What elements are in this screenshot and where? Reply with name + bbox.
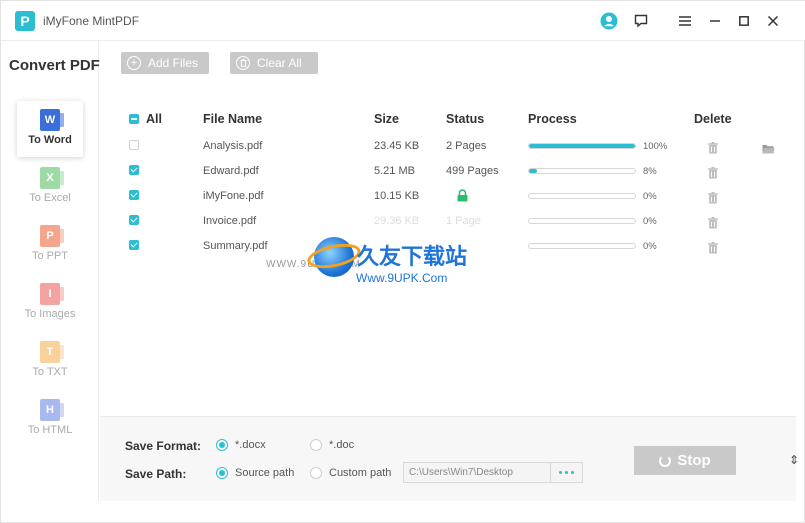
sidebar-item-label: To Images [24, 308, 76, 320]
file-size-cell: 23.45 KB [374, 140, 420, 152]
sidebar-item-to-excel[interactable]: X To Excel [17, 159, 83, 215]
row-checkbox[interactable] [129, 190, 139, 200]
file-size-cell: 10.15 KB [374, 190, 420, 202]
app-title: iMyFone MintPDF [43, 14, 140, 28]
stop-button[interactable]: Stop [634, 446, 736, 475]
progress-bar [528, 193, 636, 199]
delete-icon[interactable] [708, 216, 718, 229]
header-all: All [146, 112, 162, 126]
custom-path-label: Custom path [329, 467, 392, 479]
sidebar-item-label: To HTML [27, 424, 73, 436]
menu-icon[interactable] [675, 11, 695, 31]
file-size-cell: 5.21 MB [374, 165, 415, 177]
row-checkbox[interactable] [129, 215, 139, 225]
minimize-icon[interactable] [705, 11, 725, 31]
plus-icon: + [127, 56, 141, 70]
progress-bar [528, 168, 636, 174]
header-process: Process [528, 112, 577, 126]
html-file-icon: H [40, 399, 64, 421]
sidebar-item-label: To Excel [29, 192, 71, 204]
format-doc-label: *.doc [329, 439, 355, 451]
row-checkbox[interactable] [129, 165, 139, 175]
trash-icon [236, 56, 250, 70]
sidebar-item-to-images[interactable]: I To Images [17, 275, 83, 331]
save-path-label: Save Path: [125, 467, 187, 481]
format-docx-radio[interactable] [216, 439, 228, 451]
header-size: Size [374, 112, 400, 126]
mouse-cursor-icon: ⇕ [789, 453, 800, 467]
file-name-cell: Edward.pdf [203, 165, 259, 177]
images-file-icon: I [40, 283, 64, 305]
watermark-title: 久友下载站 [357, 245, 468, 270]
sidebar-item-to-html[interactable]: H To HTML [17, 391, 83, 447]
progress-percent: 0% [643, 216, 657, 227]
user-account-icon[interactable] [599, 11, 619, 31]
clear-all-button[interactable]: Clear All [230, 52, 318, 74]
sidebar-item-to-ppt[interactable]: P To PPT [17, 217, 83, 273]
delete-icon[interactable] [708, 191, 718, 204]
sidebar-item-label: To Word [28, 134, 72, 146]
close-icon[interactable] [763, 11, 783, 31]
row-checkbox[interactable] [129, 140, 139, 150]
status-cell: 2 Pages [446, 140, 487, 152]
file-name-cell: Analysis.pdf [203, 140, 263, 152]
app-logo-icon: P [15, 11, 35, 31]
sidebar-item-to-txt[interactable]: T To TXT [17, 333, 83, 389]
progress-percent: 0% [643, 191, 657, 202]
select-all-checkbox[interactable] [129, 114, 139, 124]
sidebar-item-label: To PPT [31, 250, 69, 262]
header-status: Status [446, 112, 485, 126]
sidebar-item-label: To TXT [32, 366, 68, 378]
status-cell: 499 Pages [446, 165, 499, 177]
header-delete: Delete [694, 112, 732, 126]
progress-percent: 100% [643, 141, 668, 152]
browse-path-button[interactable] [550, 463, 582, 482]
row-checkbox[interactable] [129, 240, 139, 250]
add-files-button[interactable]: + Add Files [121, 52, 209, 74]
source-path-radio[interactable] [216, 467, 228, 479]
stop-button-label: Stop [677, 452, 711, 469]
file-name-cell: Invoice.pdf [203, 215, 257, 227]
progress-percent: 8% [643, 166, 657, 177]
delete-icon[interactable] [708, 241, 718, 254]
delete-icon[interactable] [708, 166, 718, 179]
header-file-name: File Name [203, 112, 263, 126]
format-docx-label: *.docx [235, 439, 266, 451]
sidebar: Convert PDF W To Word X To Excel P To PPT I To … [1, 41, 100, 501]
file-size-cell: 29.36 KB [374, 215, 420, 227]
ppt-file-icon: P [40, 225, 64, 247]
format-doc-radio[interactable] [310, 439, 322, 451]
status-cell: 1 Page [446, 215, 481, 227]
clear-all-label: Clear All [257, 56, 302, 70]
delete-icon[interactable] [708, 141, 718, 154]
sidebar-title: Convert PDF [9, 57, 100, 74]
feedback-chat-icon[interactable] [631, 11, 651, 31]
progress-fill [529, 144, 635, 148]
excel-file-icon: X [40, 167, 64, 189]
watermark-url: Www.9UPK.Com [356, 271, 448, 285]
lock-icon [457, 189, 468, 207]
add-files-label: Add Files [148, 56, 199, 70]
word-file-icon: W [40, 109, 64, 131]
save-format-label: Save Format: [125, 439, 202, 453]
txt-file-icon: T [40, 341, 64, 363]
progress-fill [529, 169, 538, 173]
app-window: P iMyFone MintPDF Convert PDF W To Word X T… [0, 0, 805, 523]
source-path-label: Source path [235, 467, 295, 479]
progress-bar [528, 243, 636, 249]
file-name-cell: Summary.pdf [203, 240, 268, 252]
progress-bar [528, 143, 636, 149]
progress-bar [528, 218, 636, 224]
sidebar-item-to-word[interactable]: W To Word [17, 101, 83, 157]
custom-path-radio[interactable] [310, 467, 322, 479]
file-name-cell: iMyFone.pdf [203, 190, 264, 202]
open-folder-icon[interactable] [762, 141, 775, 159]
loading-spinner-icon [659, 454, 672, 467]
progress-percent: 0% [643, 241, 657, 252]
title-bar: P iMyFone MintPDF [1, 1, 805, 41]
maximize-icon[interactable] [734, 11, 754, 31]
